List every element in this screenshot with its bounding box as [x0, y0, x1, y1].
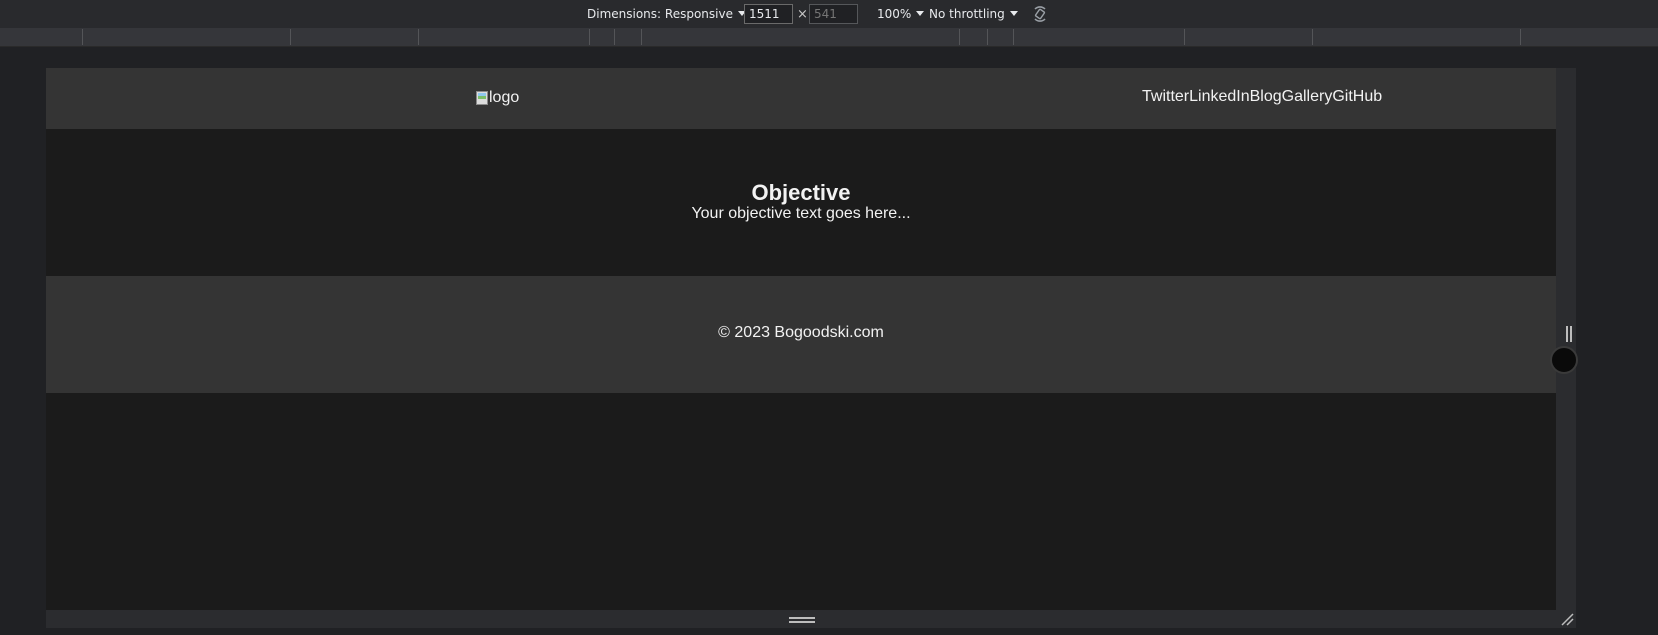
- touch-cursor: [1550, 346, 1578, 374]
- zoom-label: 100%: [877, 7, 912, 21]
- objective-section: Objective Your objective text goes here.…: [46, 129, 1556, 276]
- nav-link-twitter[interactable]: Twitter: [1142, 88, 1189, 106]
- times-symbol: ×: [797, 6, 808, 22]
- objective-title: Objective: [751, 180, 851, 205]
- site-footer: © 2023 Bogoodski.com: [46, 276, 1556, 393]
- media-query-segment[interactable]: [419, 29, 590, 45]
- media-query-segment[interactable]: [1014, 29, 1185, 45]
- width-input[interactable]: [744, 4, 793, 24]
- media-query-segment[interactable]: [642, 29, 960, 45]
- broken-image-icon: [476, 91, 488, 105]
- chevron-down-icon: [916, 10, 925, 16]
- media-query-segment[interactable]: [0, 29, 83, 45]
- rotate-icon[interactable]: [1030, 4, 1050, 24]
- nav-link-blog[interactable]: Blog: [1250, 88, 1282, 106]
- corner-resize-icon[interactable]: [1560, 612, 1574, 626]
- nav-link-gallery[interactable]: Gallery: [1282, 88, 1333, 106]
- nav-link-linkedin[interactable]: LinkedIn: [1189, 88, 1250, 106]
- nav-link-github[interactable]: GitHub: [1332, 88, 1382, 106]
- media-query-segment[interactable]: [1185, 29, 1313, 45]
- bottom-resize-handle[interactable]: [789, 617, 815, 623]
- height-input[interactable]: [809, 4, 858, 24]
- media-query-segment[interactable]: [960, 29, 988, 45]
- media-query-bar: [0, 28, 1658, 47]
- footer-copyright: © 2023 Bogoodski.com: [718, 324, 884, 341]
- dimensions-dropdown[interactable]: Dimensions: Responsive: [587, 0, 746, 28]
- site-header: logo Twitter LinkedIn Blog Gallery GitHu…: [46, 68, 1556, 129]
- device-toolbar: Dimensions: Responsive × 100% No throttl…: [0, 0, 1658, 29]
- logo-alt-text: logo: [489, 89, 520, 106]
- site-nav: Twitter LinkedIn Blog Gallery GitHub: [1142, 88, 1382, 106]
- media-query-segment[interactable]: [1521, 29, 1657, 45]
- media-query-segment[interactable]: [615, 29, 642, 45]
- media-query-segment[interactable]: [83, 29, 291, 45]
- media-query-segment[interactable]: [590, 29, 615, 45]
- throttling-label: No throttling: [929, 7, 1005, 21]
- device-viewport: logo Twitter LinkedIn Blog Gallery GitHu…: [46, 68, 1556, 610]
- chevron-down-icon: [1009, 10, 1018, 16]
- dimensions-label: Dimensions: Responsive: [587, 7, 733, 21]
- objective-text: Your objective text goes here...: [691, 205, 911, 222]
- zoom-dropdown[interactable]: 100%: [877, 0, 925, 28]
- logo[interactable]: logo: [476, 89, 519, 107]
- media-query-segment[interactable]: [988, 29, 1014, 45]
- throttling-dropdown[interactable]: No throttling: [929, 0, 1018, 28]
- media-query-segment[interactable]: [291, 29, 419, 45]
- right-resize-handle[interactable]: [1566, 326, 1572, 342]
- media-query-segment[interactable]: [1313, 29, 1521, 45]
